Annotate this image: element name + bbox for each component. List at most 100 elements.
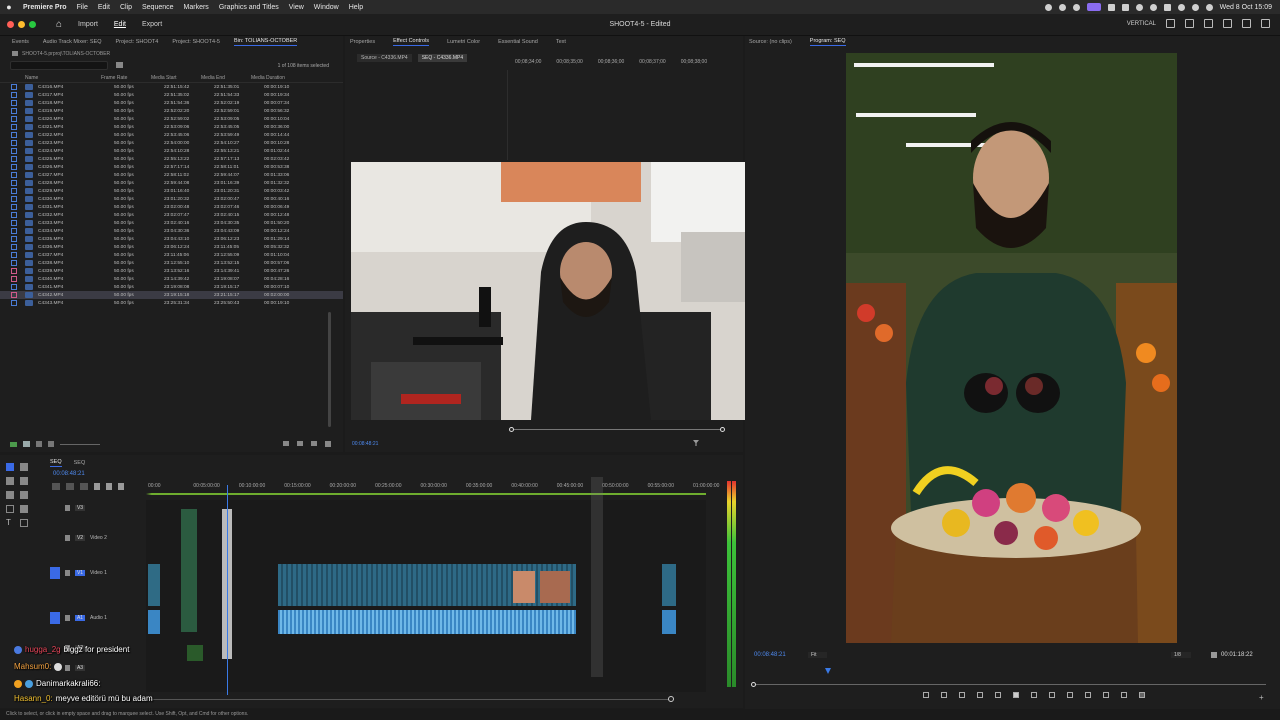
bin-row[interactable]: C4323.MP4 50.00 fps 22:54:00:00 22:54:10:27… xyxy=(0,139,343,147)
add-marker-icon[interactable] xyxy=(923,692,929,698)
label-color-swatch[interactable] xyxy=(11,92,17,98)
tab-bin[interactable]: Bin: TOLIANS-OCTOBER xyxy=(234,38,298,46)
label-color-swatch[interactable] xyxy=(11,228,17,234)
pen-tool-icon[interactable] xyxy=(20,491,28,499)
source-scrubber-in-handle[interactable] xyxy=(509,427,514,432)
label-color-swatch[interactable] xyxy=(11,140,17,146)
lift-icon[interactable] xyxy=(1067,692,1073,698)
zoom-slider[interactable] xyxy=(60,443,100,445)
tab-effect-controls[interactable]: Effect Controls xyxy=(393,38,430,46)
bin-row[interactable]: C4340.MP4 50.00 fps 23:14:39:42 23:19:08:07… xyxy=(0,275,343,283)
timeline-ruler[interactable]: 00:00 00:05:00:00 00:10:00:00 00:15:00:00 00… xyxy=(146,483,719,493)
label-color-swatch[interactable] xyxy=(11,212,17,218)
label-color-swatch[interactable] xyxy=(11,204,17,210)
bin-row[interactable]: C4320.MP4 50.00 fps 22:52:59:02 22:53:09:05… xyxy=(0,115,343,123)
screen-record-icon[interactable] xyxy=(1086,3,1101,11)
linked-selection-icon[interactable] xyxy=(80,483,88,490)
a1-end-clip[interactable] xyxy=(662,610,676,634)
find-icon[interactable] xyxy=(283,441,289,446)
tab-properties[interactable]: Properties xyxy=(350,39,375,45)
tab-project-shoot45[interactable]: Project: SHOOT4-5 xyxy=(172,39,220,45)
workspaces-icon[interactable] xyxy=(1204,19,1213,28)
zoom-window-button[interactable] xyxy=(29,21,36,28)
label-color-swatch[interactable] xyxy=(11,132,17,138)
share-icon[interactable] xyxy=(1185,19,1194,28)
tab-program-monitor[interactable]: Program: SEQ xyxy=(809,38,846,46)
add-button-icon[interactable]: + xyxy=(1259,693,1264,702)
label-color-swatch[interactable] xyxy=(11,100,17,106)
track-header-a1[interactable]: A1 Audio 1 xyxy=(50,611,144,625)
col-media-end[interactable]: Media End xyxy=(201,75,251,81)
track-id[interactable]: A1 xyxy=(75,615,85,621)
tab-edit[interactable]: Edit xyxy=(114,21,126,28)
work-area-marker[interactable] xyxy=(591,477,603,677)
bin-row[interactable]: C4316.MP4 50.00 fps 22:51:15:42 22:51:35:01… xyxy=(0,83,343,91)
comparison-view-icon[interactable] xyxy=(1121,692,1127,698)
tab-text[interactable]: Text xyxy=(556,39,566,45)
source-scrubber[interactable] xyxy=(512,429,724,430)
col-name[interactable]: Name xyxy=(25,75,101,81)
status-icon[interactable] xyxy=(1058,3,1066,11)
mark-in-icon[interactable] xyxy=(941,692,947,698)
bin-row[interactable]: C4339.MP4 50.00 fps 23:13:52:16 23:14:39:41… xyxy=(0,267,343,275)
label-color-swatch[interactable] xyxy=(11,84,17,90)
resolution-dropdown[interactable]: 1/8 xyxy=(1171,652,1191,658)
display-icon[interactable] xyxy=(1107,3,1115,11)
v1-end-clip[interactable] xyxy=(662,564,676,606)
lock-icon[interactable] xyxy=(65,505,70,511)
v-stack-clip[interactable] xyxy=(181,509,197,632)
bin-row[interactable]: C4321.MP4 50.00 fps 22:53:09:06 22:53:45:05… xyxy=(0,123,343,131)
timeline-zoom-scrollbar[interactable] xyxy=(150,699,670,700)
selection-tool-icon[interactable] xyxy=(6,463,14,471)
col-frame-rate[interactable]: Frame Rate xyxy=(101,75,151,81)
menu-graphics[interactable]: Graphics and Titles xyxy=(214,4,284,11)
list-view-icon[interactable] xyxy=(23,441,30,447)
tab-source-monitor[interactable]: Source: (no clips) xyxy=(749,39,792,45)
bin-row[interactable]: C4334.MP4 50.00 fps 23:04:30:36 23:04:43:09… xyxy=(0,227,343,235)
label-color-swatch[interactable] xyxy=(11,236,17,242)
label-color-swatch[interactable] xyxy=(11,164,17,170)
a2-clip[interactable] xyxy=(187,645,203,661)
minimize-window-button[interactable] xyxy=(18,21,25,28)
track-select-tool-icon[interactable] xyxy=(20,463,28,471)
track-id[interactable]: A3 xyxy=(75,665,85,671)
tab-timeline-seq-2[interactable]: SEQ xyxy=(74,460,86,466)
keyboard-icon[interactable] xyxy=(1121,3,1129,11)
menu-file[interactable]: File xyxy=(72,4,93,11)
program-timecode[interactable]: 00:08:48:21 xyxy=(754,652,786,658)
notifications-icon[interactable] xyxy=(1242,19,1251,28)
lock-icon[interactable] xyxy=(65,535,70,541)
lock-icon[interactable] xyxy=(65,665,70,671)
label-color-swatch[interactable] xyxy=(11,244,17,250)
tab-export[interactable]: Export xyxy=(142,21,162,28)
tab-events[interactable]: Events xyxy=(12,39,29,45)
step-back-icon[interactable] xyxy=(995,692,1001,698)
settings-wrench-icon[interactable] xyxy=(106,483,112,490)
bin-row[interactable]: C4331.MP4 50.00 fps 23:02:00:48 23:02:07:46… xyxy=(0,203,343,211)
bin-row[interactable]: C4335.MP4 50.00 fps 23:04:43:10 23:06:12:23… xyxy=(0,235,343,243)
step-forward-icon[interactable] xyxy=(1031,692,1037,698)
bin-row[interactable]: C4343.MP4 50.00 fps 23:25:31:34 23:25:50:43… xyxy=(0,299,343,307)
ec-timecode[interactable]: 00:08:48:21 xyxy=(352,441,378,447)
search-icon[interactable] xyxy=(1191,3,1199,11)
label-color-swatch[interactable] xyxy=(11,252,17,258)
extract-icon[interactable] xyxy=(1085,692,1091,698)
add-marker-timeline-icon[interactable] xyxy=(94,483,100,490)
program-scrubber[interactable] xyxy=(754,684,1266,685)
bin-row[interactable]: C4325.MP4 50.00 fps 22:55:13:22 22:57:17:13… xyxy=(0,155,343,163)
rectangle-tool-icon[interactable] xyxy=(6,505,14,513)
filter-icon[interactable] xyxy=(693,440,699,446)
menu-edit[interactable]: Edit xyxy=(93,4,115,11)
bin-row[interactable]: C4333.MP4 50.00 fps 23:02:40:16 23:04:30:35… xyxy=(0,219,343,227)
mark-out-icon[interactable] xyxy=(959,692,965,698)
lock-icon[interactable] xyxy=(65,570,70,576)
label-color-swatch[interactable] xyxy=(11,260,17,266)
hand-tool-icon[interactable] xyxy=(20,505,28,513)
label-color-swatch[interactable] xyxy=(11,148,17,154)
label-color-swatch[interactable] xyxy=(11,188,17,194)
a1-audio-clip[interactable] xyxy=(278,610,576,634)
vertical-type-tool-icon[interactable] xyxy=(20,519,28,527)
tab-import[interactable]: Import xyxy=(78,21,98,28)
label-color-swatch[interactable] xyxy=(11,180,17,186)
menu-app-name[interactable]: Premiere Pro xyxy=(18,4,72,11)
